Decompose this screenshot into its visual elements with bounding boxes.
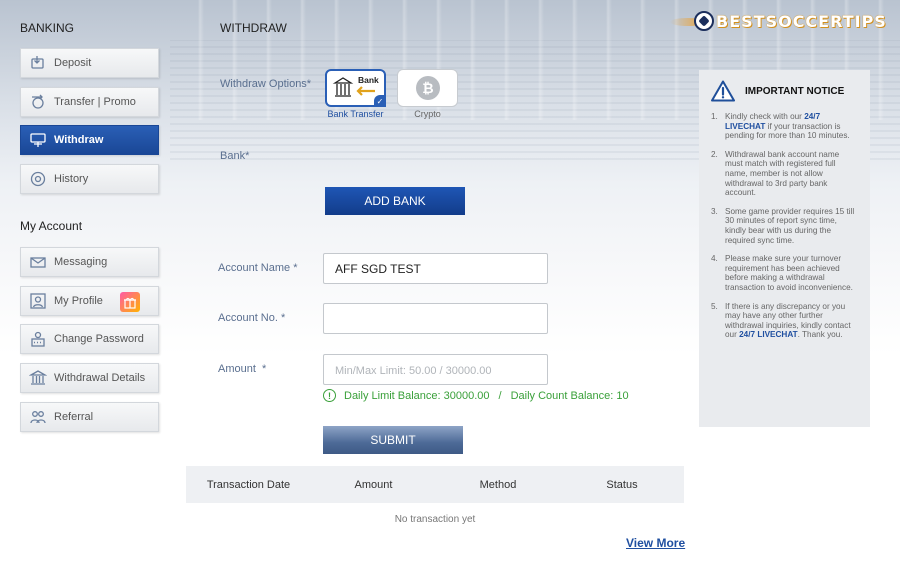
referral-icon: [29, 408, 47, 426]
sidebar-item-change-password[interactable]: Change Password: [20, 324, 159, 354]
bank-label: Bank*: [220, 150, 250, 162]
sidebar-item-label: History: [54, 173, 89, 185]
amount-input[interactable]: [323, 354, 548, 385]
daily-count-balance: Daily Count Balance: 10: [510, 389, 629, 402]
bank-transfer-icon: Bank: [332, 75, 379, 97]
sidebar-item-transfer-promo[interactable]: Transfer | Promo: [20, 87, 159, 117]
amount-label: Amount *: [218, 363, 267, 375]
sidebar-item-label: Change Password: [54, 333, 144, 345]
notice-item: 4. Please make sure your turnover requir…: [711, 254, 853, 292]
column-method: Method: [479, 478, 517, 491]
history-icon: [29, 170, 47, 188]
option-bank-transfer-label: Bank Transfer: [327, 109, 384, 119]
column-status: Status: [606, 478, 638, 491]
sidebar-item-history[interactable]: History: [20, 164, 159, 194]
notice-header: IMPORTANT NOTICE: [711, 80, 858, 102]
gift-icon[interactable]: [120, 292, 140, 312]
notice-title: IMPORTANT NOTICE: [745, 85, 845, 97]
sidebar-item-withdrawal-details[interactable]: Withdrawal Details: [20, 363, 159, 393]
option-bank-transfer[interactable]: Bank ✓: [325, 69, 386, 107]
sidebar-item-withdraw[interactable]: Withdraw: [20, 125, 159, 155]
limit-separator: /: [498, 389, 502, 402]
sidebar-item-my-profile[interactable]: My Profile: [20, 286, 159, 316]
sidebar-item-label: Withdrawal Details: [54, 372, 146, 384]
option-crypto[interactable]: ₿: [397, 69, 458, 107]
notice-item: 2. Withdrawal bank account name must mat…: [711, 149, 840, 198]
notice-item: 5. If there is any discrepancy or you ma…: [711, 301, 851, 340]
limit-balance-info: ! Daily Limit Balance: 30000.00 / Daily …: [323, 389, 629, 402]
transfer-icon: [29, 93, 47, 111]
sidebar-item-label: Transfer | Promo: [54, 96, 136, 108]
deposit-icon: [29, 54, 47, 72]
notice-item: 3. Some game provider requires 15 till 3…: [711, 206, 855, 245]
submit-button[interactable]: SUBMIT: [323, 426, 463, 454]
warning-icon: [711, 80, 735, 102]
my-account-section-title: My Account: [20, 219, 83, 233]
notice-item: 1. Kindly check with our 24/7 LIVECHAT i…: [711, 112, 850, 141]
column-transaction-date: Transaction Date: [206, 478, 291, 491]
bank-box-text: Bank: [358, 75, 379, 85]
soccer-ball-icon: [694, 11, 714, 31]
empty-transactions-text: No transaction yet: [394, 514, 476, 525]
sidebar: BANKING Deposit Transfer | Promo Withdra…: [0, 0, 178, 572]
site-logo[interactable]: BESTSOCCERTIPS: [670, 10, 890, 32]
transaction-table-header: Transaction Date Amount Method Status: [186, 466, 684, 503]
add-bank-button[interactable]: ADD BANK: [325, 187, 465, 215]
profile-icon: [29, 292, 47, 310]
withdraw-icon: [29, 131, 47, 149]
bitcoin-icon: ₿: [415, 76, 440, 100]
logo-text: BESTSOCCERTIPS: [716, 11, 887, 31]
banking-section-title: BANKING: [20, 21, 75, 35]
bank-icon: [29, 369, 47, 387]
account-name-input[interactable]: [323, 253, 548, 284]
selected-check-icon: ✓: [374, 95, 386, 107]
option-crypto-label: Crypto: [414, 109, 441, 119]
sidebar-item-deposit[interactable]: Deposit: [20, 48, 159, 78]
livechat-link[interactable]: 24/7 LIVECHAT: [739, 330, 798, 339]
account-name-label: Account Name *: [218, 262, 298, 274]
password-icon: [29, 330, 47, 348]
sidebar-item-referral[interactable]: Referral: [20, 402, 159, 432]
sidebar-item-label: Messaging: [54, 256, 108, 268]
column-amount: Amount: [354, 478, 393, 491]
account-no-label: Account No. *: [218, 312, 286, 324]
svg-text:₿: ₿: [422, 81, 433, 97]
page-title: WITHDRAW: [220, 21, 287, 35]
sidebar-item-label: Deposit: [54, 57, 92, 69]
notice-list: 1. Kindly check with our 24/7 LIVECHAT i…: [711, 112, 858, 340]
view-more-link[interactable]: View More: [626, 536, 685, 550]
important-notice-panel: IMPORTANT NOTICE 1. Kindly check with ou…: [699, 70, 870, 427]
daily-limit-balance: Daily Limit Balance: 30000.00: [344, 389, 490, 402]
sidebar-item-label: Withdraw: [54, 134, 104, 146]
withdraw-options-label: Withdraw Options*: [220, 78, 312, 90]
sidebar-item-label: Referral: [54, 411, 94, 423]
envelope-icon: [29, 253, 47, 271]
info-icon: !: [323, 389, 336, 402]
account-no-input[interactable]: [323, 303, 548, 334]
sidebar-item-label: My Profile: [54, 295, 103, 307]
transaction-table: Transaction Date Amount Method Status No…: [186, 466, 684, 525]
sidebar-item-messaging[interactable]: Messaging: [20, 247, 159, 277]
